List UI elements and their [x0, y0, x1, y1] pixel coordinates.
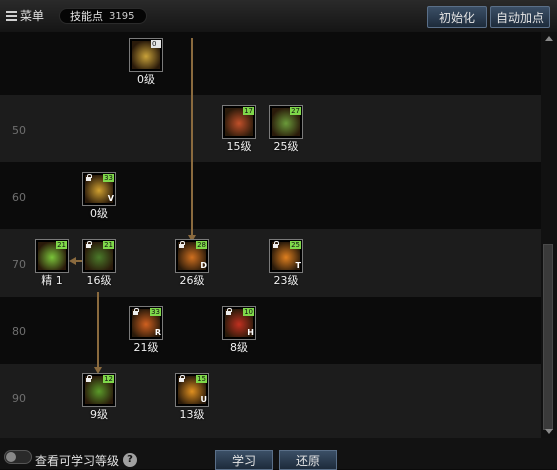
lock-icon	[225, 308, 232, 315]
level-band	[0, 32, 541, 95]
lock-icon	[85, 174, 92, 181]
skill-slot[interactable]: 12 9级	[82, 373, 116, 421]
skill-slot[interactable]: 17 15级	[222, 105, 256, 153]
skill-slot[interactable]: 21 精 1	[35, 239, 69, 287]
skill-cost-badge: 33	[150, 308, 161, 316]
skill-points-label: 技能点	[70, 10, 103, 23]
lock-icon	[132, 308, 139, 315]
skill-level-text: 21级	[133, 341, 159, 354]
skill-frame[interactable]: 12	[82, 373, 116, 407]
skill-frame[interactable]: 25 T	[269, 239, 303, 273]
learn-button[interactable]: 学习	[215, 450, 273, 470]
skill-cost-badge: 12	[103, 375, 114, 383]
level-label: 90	[12, 392, 26, 405]
lock-icon	[85, 241, 92, 248]
arrow-left-icon	[69, 257, 76, 265]
menu-label: 菜单	[20, 9, 45, 23]
skill-cost-badge: 27	[290, 107, 301, 115]
scroll-down-icon[interactable]	[545, 429, 553, 434]
initialize-button[interactable]: 初始化	[427, 6, 487, 28]
skill-frame[interactable]: 28 D	[175, 239, 209, 273]
level-band	[0, 297, 541, 364]
hotkey-label: H	[247, 328, 254, 337]
skill-cost-badge: 10	[243, 308, 254, 316]
skill-slot[interactable]: 21 16级	[82, 239, 116, 287]
skill-level-text: 15级	[226, 140, 252, 153]
skill-cost-badge: 28	[196, 241, 207, 249]
skill-slot[interactable]: 33 V 0级	[82, 172, 116, 220]
skill-frame[interactable]: 10 H	[222, 306, 256, 340]
skill-points-value: 3195	[109, 10, 135, 22]
skill-frame[interactable]: 0	[129, 38, 163, 72]
scroll-up-icon[interactable]	[545, 36, 553, 41]
prerequisite-line	[191, 38, 193, 236]
hotkey-label: D	[200, 261, 207, 270]
skill-slot[interactable]: 27 25级	[269, 105, 303, 153]
learnable-level-toggle[interactable]	[4, 450, 32, 464]
skill-level-text: 0级	[90, 207, 108, 220]
hotkey-label: U	[200, 395, 208, 404]
skill-cost-badge: 0	[151, 40, 161, 48]
prerequisite-line	[97, 292, 99, 368]
skill-level-text: 8级	[230, 341, 248, 354]
skill-slot[interactable]: 28 D 26级	[175, 239, 209, 287]
hotkey-label: R	[154, 328, 161, 337]
restore-button[interactable]: 还原	[279, 450, 337, 470]
skill-level-text: 23级	[273, 274, 299, 287]
skill-cost-badge: 33	[103, 174, 114, 182]
skill-slot[interactable]: 0 0级	[129, 38, 163, 86]
skill-level-text: 13级	[179, 408, 205, 421]
lock-icon	[85, 375, 92, 382]
bottom-bar: 查看可学习等级 ? 学习 还原	[0, 438, 557, 470]
hotkey-label: V	[107, 194, 114, 203]
skill-cost-badge: 21	[56, 241, 67, 249]
skill-frame[interactable]: 33 R	[129, 306, 163, 340]
skill-level-text: 0级	[137, 73, 155, 86]
skill-level-text: 9级	[90, 408, 108, 421]
menu-icon	[6, 10, 17, 21]
skill-frame[interactable]: 17	[222, 105, 256, 139]
help-icon[interactable]: ?	[123, 453, 137, 467]
level-label: 70	[12, 258, 26, 271]
skill-cost-badge: 17	[243, 107, 254, 115]
skill-level-text: 26级	[179, 274, 205, 287]
skill-frame[interactable]: 15 U	[175, 373, 209, 407]
skill-level-text: 16级	[86, 274, 112, 287]
level-label: 80	[12, 325, 26, 338]
skill-frame[interactable]: 21	[82, 239, 116, 273]
skill-cost-badge: 25	[290, 241, 301, 249]
top-bar: 菜单 技能点 3195 初始化 自动加点	[0, 0, 557, 33]
skill-level-text: 精 1	[41, 274, 63, 287]
skill-level-text: 25级	[273, 140, 299, 153]
skill-frame[interactable]: 33 V	[82, 172, 116, 206]
skill-slot[interactable]: 33 R 21级	[129, 306, 163, 354]
skill-frame[interactable]: 27	[269, 105, 303, 139]
skill-slot[interactable]: 25 T 23级	[269, 239, 303, 287]
lock-icon	[178, 375, 185, 382]
skill-cost-badge: 21	[103, 241, 114, 249]
skill-slot[interactable]: 10 H 8级	[222, 306, 256, 354]
hotkey-label: T	[295, 261, 301, 270]
scroll-thumb[interactable]	[543, 244, 553, 430]
view-learnable-label: 查看可学习等级	[35, 454, 120, 468]
scrollbar[interactable]	[541, 32, 557, 438]
skill-points-display: 技能点 3195	[59, 8, 147, 24]
menu-button[interactable]: 菜单	[6, 7, 44, 24]
level-label: 50	[12, 124, 26, 137]
lock-icon	[272, 241, 279, 248]
skill-cost-badge: 15	[196, 375, 207, 383]
skill-frame[interactable]: 21	[35, 239, 69, 273]
lock-icon	[178, 241, 185, 248]
level-label: 60	[12, 191, 26, 204]
auto-assign-button[interactable]: 自动加点	[490, 6, 550, 28]
skill-tree: 50 60 70 80 90 0 0级 17 15级 27 25级 33 V 0级 21 精…	[0, 32, 541, 438]
skill-slot[interactable]: 15 U 13级	[175, 373, 209, 421]
